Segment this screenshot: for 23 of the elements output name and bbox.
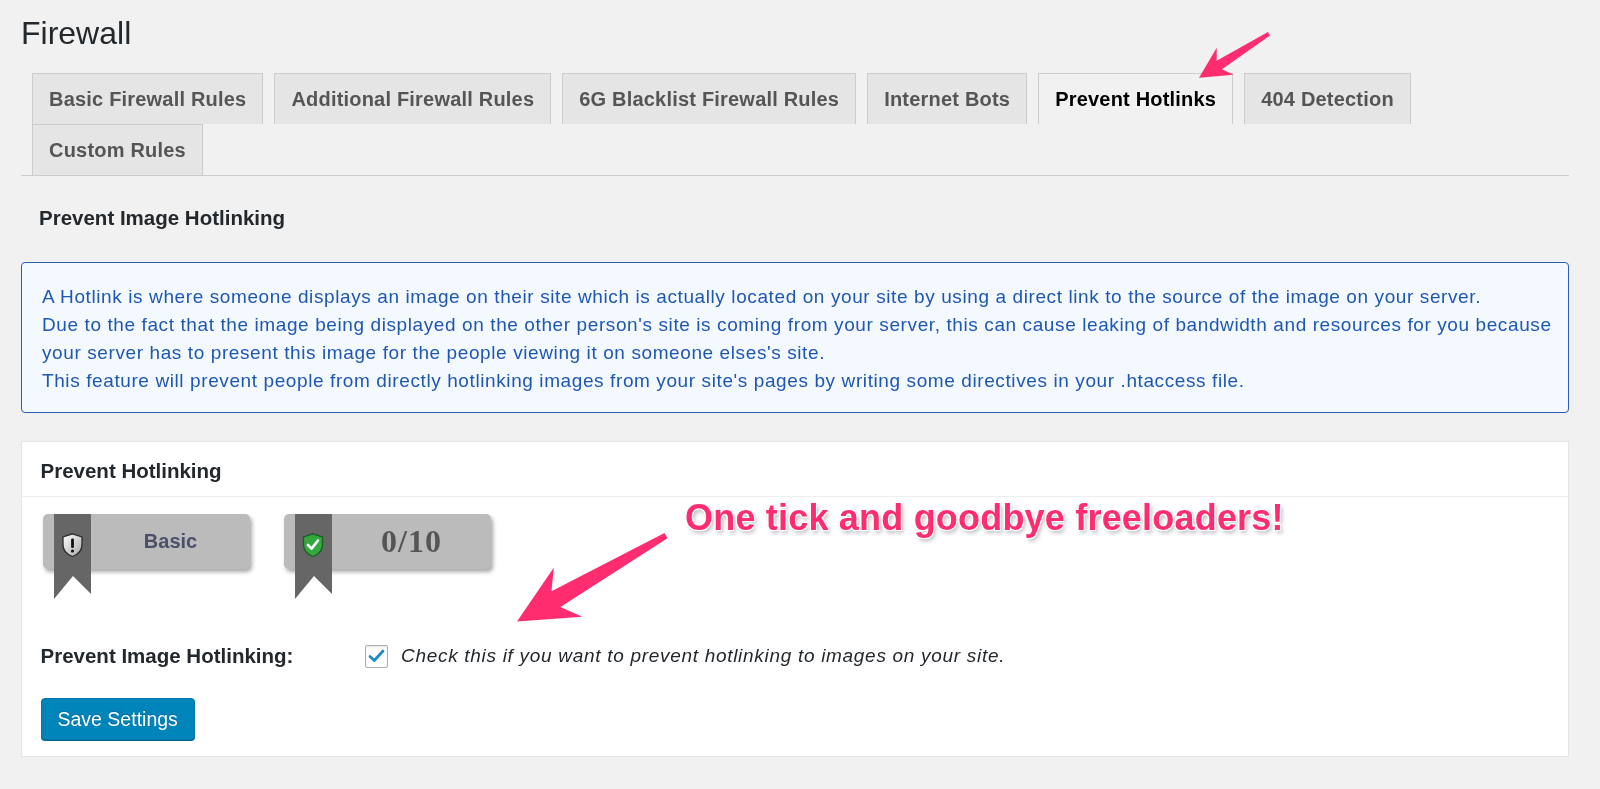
checkbox[interactable] [365,644,388,668]
badge-label: Basic [143,529,198,554]
section-heading: Prevent Image Hotlinking [39,204,286,231]
info-text: Due to the fact that the image being displayed on the other person's site is coming from your server, this can cause leaking of bandwidth and resources for you because your server has to present this image for the people viewing it on someone elses's site. [42,312,1553,365]
info-text: A Hotlink is where someone displays an image on their site which is actually located on your site by using a direct link to the source of the image on your server. [42,284,1483,309]
tab[interactable]: 404 Detection [1244,72,1411,124]
tab[interactable]: 6G Blacklist Firewall Rules [562,72,857,124]
tab[interactable]: Additional Firewall Rules [274,72,552,124]
panel-title: Prevent Hotlinking [40,457,222,484]
tab[interactable]: Basic Firewall Rules [32,72,264,124]
info-text: This feature will prevent people from directly hotlinking images from your site's pages by writing some directives in your .htaccess file. [42,368,1246,393]
check-shield-ribbon-icon [295,513,332,599]
badge-label: 0/10 [381,523,442,560]
setting-label: Prevent Image Hotlinking: [40,643,294,670]
tab[interactable]: Internet Bots [867,72,1028,124]
tab[interactable]: Prevent Hotlinks [1038,72,1234,124]
tab[interactable]: Custom Rules [32,123,203,175]
annotation-arrow [1199,32,1271,78]
save-button[interactable]: Save Settings [40,698,195,741]
page-title: Firewall [21,14,132,53]
annotation-text: One tick and goodbye freeloaders! [685,497,1284,538]
exclamation-shield-ribbon-icon [54,513,91,599]
setting-description: Check this if you want to prevent hotlinking to images on your site. [401,644,1006,669]
